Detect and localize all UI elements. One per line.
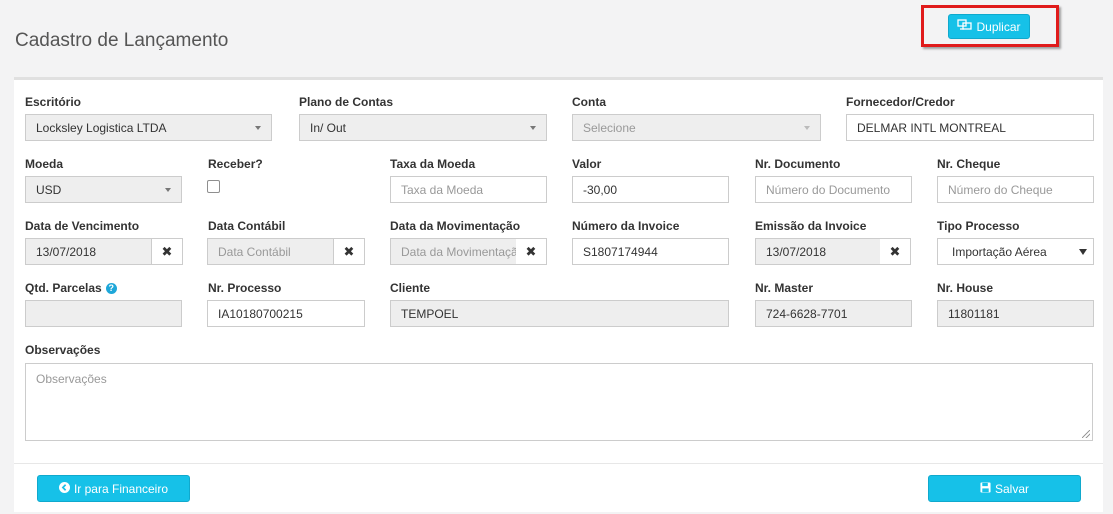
qtd-parcelas-input[interactable] bbox=[25, 300, 182, 327]
tipo-processo-value: Importação Aérea bbox=[952, 244, 1047, 259]
plano-contas-value: In/ Out bbox=[310, 120, 347, 135]
resize-handle-icon[interactable] bbox=[1082, 430, 1090, 438]
observacoes-textarea[interactable]: Observações bbox=[25, 363, 1093, 441]
salvar-button[interactable]: Salvar bbox=[928, 475, 1081, 502]
nr-processo-value: IA10180700215 bbox=[218, 306, 303, 321]
label-tipo-processo: Tipo Processo bbox=[937, 219, 1020, 233]
ir-para-financeiro-label: Ir para Financeiro bbox=[73, 481, 169, 496]
nr-cheque-placeholder: Número do Cheque bbox=[948, 182, 1053, 197]
plano-contas-select[interactable]: In/ Out bbox=[299, 114, 547, 141]
arrow-circle-left-icon bbox=[58, 481, 70, 496]
clear-data-contabil-button[interactable]: ✖ bbox=[334, 238, 365, 265]
label-escritorio: Escritório bbox=[25, 95, 82, 109]
cliente-input[interactable]: TEMPOEL bbox=[390, 300, 729, 327]
data-contabil-input[interactable]: Data Contábil bbox=[207, 238, 334, 265]
salvar-label: Salvar bbox=[994, 481, 1029, 496]
label-cliente: Cliente bbox=[390, 281, 431, 295]
qtd-parcelas-label-text: Qtd. Parcelas bbox=[25, 281, 102, 295]
nr-master-value: 724-6628-7701 bbox=[766, 306, 848, 321]
floppy-disk-icon bbox=[980, 481, 991, 496]
data-vencimento-value: 13/07/2018 bbox=[36, 244, 97, 259]
form-footer: Ir para Financeiro Salvar bbox=[14, 463, 1103, 512]
emissao-invoice-value: 13/07/2018 bbox=[766, 244, 827, 259]
label-numero-invoice: Número da Invoice bbox=[572, 219, 680, 233]
nr-documento-placeholder: Número do Documento bbox=[766, 182, 891, 197]
conta-select[interactable]: Selecione bbox=[572, 114, 821, 141]
nr-master-input[interactable]: 724-6628-7701 bbox=[755, 300, 912, 327]
observacoes-placeholder: Observações bbox=[36, 372, 107, 386]
conta-value: Selecione bbox=[583, 120, 636, 135]
close-icon: ✖ bbox=[889, 243, 901, 259]
label-taxa-moeda: Taxa da Moeda bbox=[390, 157, 476, 171]
escritorio-value: Locksley Logistica LTDA bbox=[36, 120, 167, 135]
close-icon: ✖ bbox=[525, 243, 537, 259]
fornecedor-input[interactable]: DELMAR INTL MONTREAL bbox=[846, 114, 1094, 141]
data-movimentacao-input[interactable]: Data da Movimentação bbox=[390, 238, 517, 265]
moeda-value: USD bbox=[36, 182, 62, 197]
nr-documento-input[interactable]: Número do Documento bbox=[755, 176, 912, 203]
label-data-contabil: Data Contábil bbox=[208, 219, 286, 233]
clear-emissao-invoice-button[interactable]: ✖ bbox=[880, 238, 911, 265]
taxa-moeda-placeholder: Taxa da Moeda bbox=[401, 182, 484, 197]
close-icon: ✖ bbox=[161, 243, 173, 259]
chevron-down-icon bbox=[530, 126, 536, 130]
label-nr-master: Nr. Master bbox=[755, 281, 814, 295]
label-data-movimentacao: Data da Movimentação bbox=[390, 219, 521, 233]
chevron-down-icon bbox=[1079, 249, 1087, 255]
nr-house-value: 11801181 bbox=[948, 306, 1000, 321]
label-moeda: Moeda bbox=[25, 157, 64, 171]
label-conta: Conta bbox=[572, 95, 606, 109]
duplicate-label: Duplicar bbox=[976, 19, 1021, 34]
tipo-processo-select[interactable]: Importação Aérea bbox=[937, 238, 1094, 265]
nr-cheque-input[interactable]: Número do Cheque bbox=[937, 176, 1094, 203]
valor-value: -30,00 bbox=[583, 182, 618, 197]
label-observacoes: Observações bbox=[25, 343, 101, 357]
valor-input[interactable]: -30,00 bbox=[572, 176, 729, 203]
fornecedor-value: DELMAR INTL MONTREAL bbox=[857, 120, 1006, 135]
data-contabil-placeholder: Data Contábil bbox=[218, 244, 291, 259]
chevron-down-icon bbox=[165, 188, 171, 192]
clear-data-vencimento-button[interactable]: ✖ bbox=[152, 238, 183, 265]
cliente-value: TEMPOEL bbox=[401, 306, 459, 321]
chevron-down-icon bbox=[255, 126, 261, 130]
label-receber: Receber? bbox=[208, 157, 263, 171]
clear-data-movimentacao-button[interactable]: ✖ bbox=[516, 238, 547, 265]
close-icon: ✖ bbox=[343, 243, 355, 259]
label-nr-documento: Nr. Documento bbox=[755, 157, 841, 171]
label-qtd-parcelas: Qtd. Parcelas ? bbox=[25, 281, 117, 295]
label-emissao-invoice: Emissão da Invoice bbox=[755, 219, 867, 233]
emissao-invoice-input[interactable]: 13/07/2018 bbox=[755, 238, 882, 265]
ir-para-financeiro-button[interactable]: Ir para Financeiro bbox=[37, 475, 190, 502]
duplicate-icon bbox=[957, 19, 973, 34]
page-title: Cadastro de Lançamento bbox=[15, 30, 229, 51]
label-nr-house: Nr. House bbox=[937, 281, 994, 295]
form-panel: Escritório Locksley Logistica LTDA Plano… bbox=[14, 77, 1103, 512]
label-plano-contas: Plano de Contas bbox=[299, 95, 394, 109]
question-circle-icon[interactable]: ? bbox=[105, 282, 117, 294]
nr-processo-input[interactable]: IA10180700215 bbox=[207, 300, 365, 327]
duplicate-button[interactable]: Duplicar bbox=[948, 14, 1030, 39]
label-data-vencimento: Data de Vencimento bbox=[25, 219, 140, 233]
numero-invoice-value: S1807174944 bbox=[583, 244, 658, 259]
taxa-moeda-input[interactable]: Taxa da Moeda bbox=[390, 176, 547, 203]
label-fornecedor: Fornecedor/Credor bbox=[846, 95, 955, 109]
moeda-select[interactable]: USD bbox=[25, 176, 182, 203]
escritorio-select[interactable]: Locksley Logistica LTDA bbox=[25, 114, 272, 141]
receber-checkbox[interactable] bbox=[207, 180, 220, 193]
data-vencimento-input[interactable]: 13/07/2018 bbox=[25, 238, 152, 265]
data-movimentacao-placeholder: Data da Movimentação bbox=[401, 244, 517, 259]
chevron-down-icon bbox=[804, 126, 810, 130]
numero-invoice-input[interactable]: S1807174944 bbox=[572, 238, 729, 265]
label-valor: Valor bbox=[572, 157, 602, 171]
nr-house-input[interactable]: 11801181 bbox=[937, 300, 1094, 327]
label-nr-processo: Nr. Processo bbox=[208, 281, 282, 295]
label-nr-cheque: Nr. Cheque bbox=[937, 157, 1001, 171]
